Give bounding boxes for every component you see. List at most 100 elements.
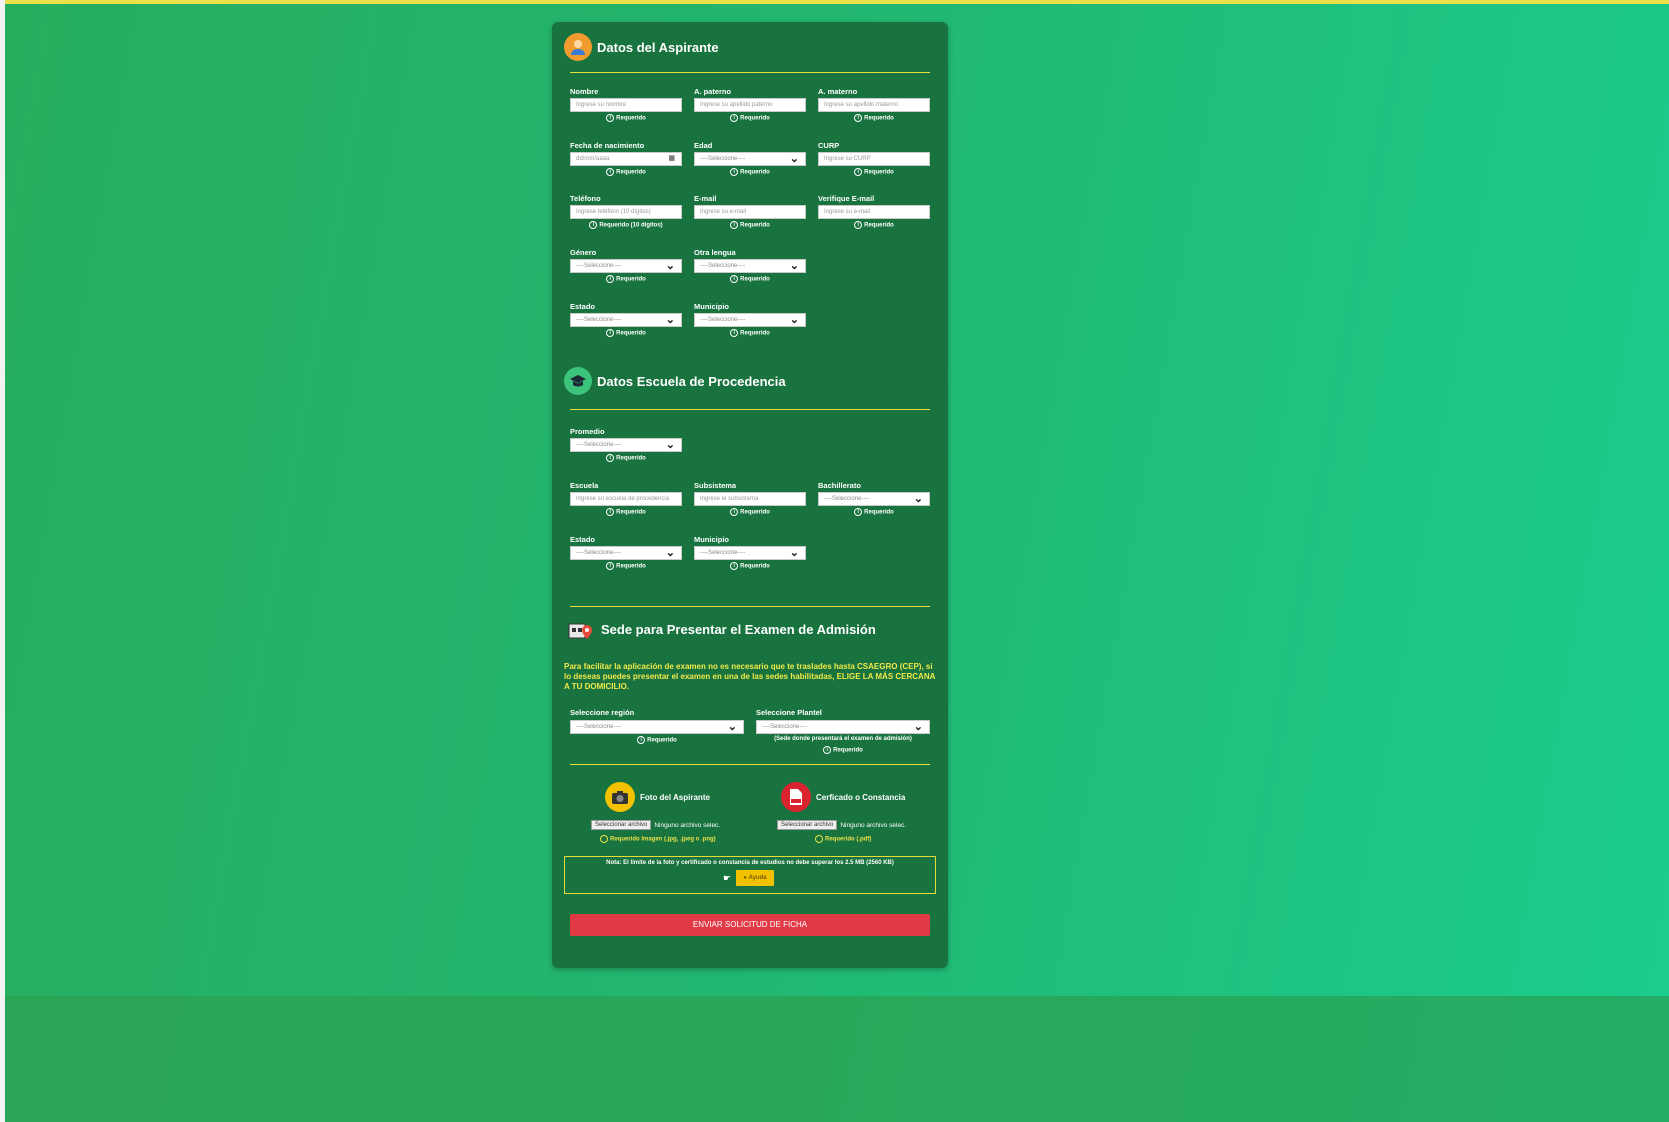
- nombre-label: Nombre: [570, 87, 599, 96]
- verify-email-label: Verifique E-mail: [818, 194, 875, 203]
- genero-label: Género: [570, 248, 597, 257]
- edad-select[interactable]: ----Seleccione---- ⌄: [694, 152, 806, 166]
- region-select[interactable]: ----Seleccione---- ⌄: [570, 720, 744, 734]
- subsistema-input[interactable]: Ingrese el subsistema: [694, 492, 806, 506]
- divider: [570, 72, 930, 73]
- apaterno-label: A. paterno: [694, 87, 732, 96]
- plantel-required: i Requerido: [756, 746, 930, 754]
- municipio-label: Municipio: [694, 302, 729, 311]
- photo-title: Foto del Aspirante: [640, 792, 710, 802]
- apaterno-input[interactable]: Ingrese su apellido paterno: [694, 98, 806, 112]
- registration-form: Datos del Aspirante Nombre Ingrese su no…: [552, 22, 948, 968]
- chevron-down-icon: ⌄: [789, 260, 799, 272]
- escuela-municipio-label: Municipio: [694, 535, 729, 544]
- cert-no-file: Ninguno archivo selec.: [840, 821, 907, 829]
- plantel-select[interactable]: ----Seleccione---- ⌄: [756, 720, 930, 734]
- divider: [570, 409, 930, 410]
- curp-input[interactable]: Ingrese su CURP: [818, 152, 930, 166]
- pdf-icon: [781, 782, 811, 812]
- photo-no-file: Ninguno archivo selec.: [654, 821, 721, 829]
- estado-select[interactable]: ----Seleccione---- ⌄: [570, 313, 682, 327]
- genero-required: i Requerido: [570, 275, 682, 283]
- camera-icon: [605, 782, 635, 812]
- fecha-input[interactable]: dd/mm/aaaa ▦: [570, 152, 682, 166]
- plantel-label: Seleccione Plantel: [756, 708, 822, 717]
- location-pin-icon: [566, 614, 596, 644]
- pointing-hand-icon: ☛: [723, 873, 732, 883]
- estado-required: i Requerido: [570, 329, 682, 337]
- section-aspirante-title: Datos del Aspirante: [597, 39, 719, 55]
- plantel-hint: (Sede donde presentará el examen de admi…: [774, 736, 912, 742]
- chevron-down-icon: ⌄: [665, 260, 675, 272]
- calendar-icon[interactable]: ▦: [668, 153, 675, 165]
- chevron-down-icon: ⌄: [727, 721, 737, 733]
- section-sede-title: Sede para Presentar el Examen de Admisió…: [601, 621, 876, 637]
- chevron-down-icon: ⌄: [913, 493, 923, 505]
- subsistema-required: i Requerido: [694, 508, 806, 516]
- apaterno-required: i Requerido: [694, 114, 806, 122]
- municipio-select[interactable]: ----Seleccione---- ⌄: [694, 313, 806, 327]
- photo-required: Requerido Imagen (.jpg, .jpeg o .png): [600, 835, 716, 843]
- curp-required: i Requerido: [818, 168, 930, 176]
- chevron-down-icon: ⌄: [789, 547, 799, 559]
- edad-required: i Requerido: [694, 168, 806, 176]
- escuela-estado-label: Estado: [570, 535, 596, 544]
- email-label: E-mail: [694, 194, 717, 203]
- telefono-label: Teléfono: [570, 194, 601, 203]
- curp-label: CURP: [818, 141, 840, 150]
- photo-upload-header: Foto del Aspirante: [605, 782, 710, 812]
- edad-label: Edad: [694, 141, 713, 150]
- page-footer: [5, 996, 1669, 1122]
- chevron-down-icon: ⌄: [665, 547, 675, 559]
- photo-file-input[interactable]: Seleccionar archivo Ninguno archivo sele…: [591, 820, 720, 830]
- genero-select[interactable]: ----Seleccione---- ⌄: [570, 259, 682, 273]
- section-escuela-title: Datos Escuela de Procedencia: [597, 373, 786, 389]
- otra-lengua-required: i Requerido: [694, 275, 806, 283]
- chevron-down-icon: ⌄: [789, 153, 799, 165]
- telefono-required: i Requerido (10 dígitos): [570, 221, 682, 229]
- telefono-input[interactable]: Ingrese teléfono (10 dígitos): [570, 205, 682, 219]
- help-button[interactable]: ● Ayuda: [736, 870, 774, 886]
- municipio-required: i Requerido: [694, 329, 806, 337]
- escuela-estado-required: i Requerido: [570, 562, 682, 570]
- person-icon: [564, 33, 592, 61]
- escuela-input[interactable]: Ingrese su escuela de procedencia: [570, 492, 682, 506]
- subsistema-label: Subsistema: [694, 481, 737, 490]
- bachillerato-select[interactable]: ----Seleccione---- ⌄: [818, 492, 930, 506]
- bachillerato-label: Bachillerato: [818, 481, 861, 490]
- amaterno-input[interactable]: Ingrese su apellido materno: [818, 98, 930, 112]
- promedio-required: i Requerido: [570, 454, 682, 462]
- escuela-estado-select[interactable]: ----Seleccione---- ⌄: [570, 546, 682, 560]
- chevron-down-icon: ⌄: [665, 439, 675, 451]
- graduation-cap-icon: [564, 367, 592, 395]
- promedio-select[interactable]: ----Seleccione---- ⌄: [570, 438, 682, 452]
- section-escuela-header: Datos Escuela de Procedencia: [564, 367, 786, 395]
- sede-notice: Para facilitar la aplicación de examen n…: [564, 662, 936, 691]
- cert-file-input[interactable]: Seleccionar archivo Ninguno archivo sele…: [777, 820, 906, 830]
- cert-select-button[interactable]: Seleccionar archivo: [777, 820, 838, 830]
- cert-title: Cerficado o Constancia: [816, 792, 906, 802]
- otra-lengua-label: Otra lengua: [694, 248, 736, 257]
- divider: [570, 606, 930, 607]
- fecha-label: Fecha de nacimiento: [570, 141, 645, 150]
- cert-upload-header: Cerficado o Constancia: [781, 782, 905, 812]
- amaterno-label: A. materno: [818, 87, 858, 96]
- divider: [570, 764, 930, 765]
- nombre-input[interactable]: Ingrese su nombre: [570, 98, 682, 112]
- escuela-required: i Requerido: [570, 508, 682, 516]
- fecha-required: i Requerido: [570, 168, 682, 176]
- verify-email-required: i Requerido: [818, 221, 930, 229]
- section-aspirante-header: Datos del Aspirante: [564, 33, 719, 61]
- email-input[interactable]: Ingrese su e-mail: [694, 205, 806, 219]
- region-label: Seleccione región: [570, 708, 635, 717]
- amaterno-required: i Requerido: [818, 114, 930, 122]
- otra-lengua-select[interactable]: ----Seleccione---- ⌄: [694, 259, 806, 273]
- photo-select-button[interactable]: Seleccionar archivo: [591, 820, 652, 830]
- escuela-municipio-select[interactable]: ----Seleccione---- ⌄: [694, 546, 806, 560]
- submit-button[interactable]: ENVIAR SOLICITUD DE FICHA: [570, 914, 930, 936]
- escuela-municipio-required: i Requerido: [694, 562, 806, 570]
- estado-label: Estado: [570, 302, 596, 311]
- section-sede-header: Sede para Presentar el Examen de Admisió…: [566, 614, 876, 644]
- verify-email-input[interactable]: Ingrese su e-mail: [818, 205, 930, 219]
- chevron-down-icon: ⌄: [789, 314, 799, 326]
